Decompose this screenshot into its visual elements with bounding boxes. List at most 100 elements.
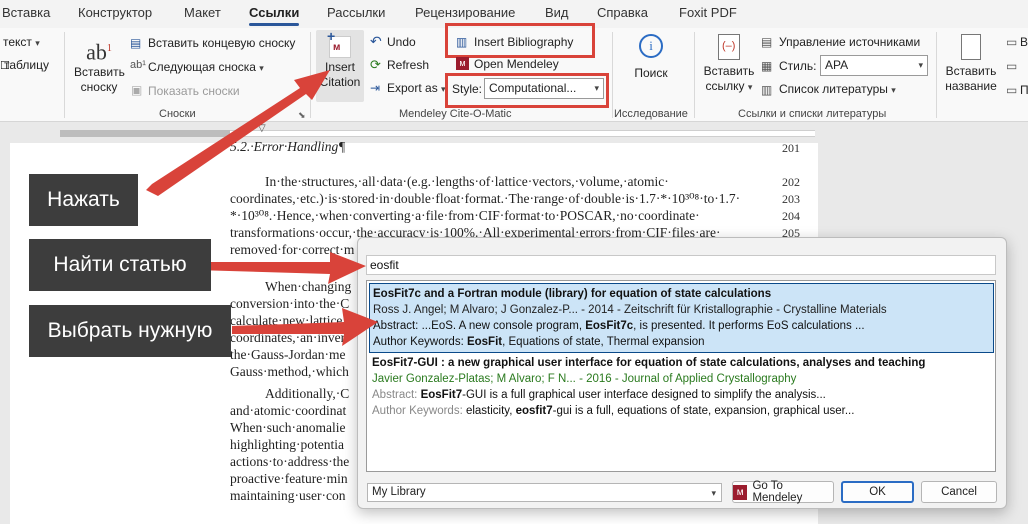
tab-view[interactable]: Вид	[545, 5, 569, 20]
doc-line: actions·to·address·the	[230, 454, 350, 469]
chevron-down-icon: ▾	[918, 60, 923, 70]
dialog-launcher-icon[interactable]: ⬊	[298, 110, 306, 121]
ok-button[interactable]: OK	[841, 481, 914, 503]
chevron-down-icon: ▾	[711, 488, 716, 498]
chevron-down-icon: ▾	[594, 83, 599, 93]
research-group-label: Исследование	[614, 108, 688, 120]
result-meta: Javier Gonzalez-Platas; M Alvaro; F N...…	[372, 373, 797, 385]
doc-line: and·atomic·coordinat	[230, 403, 347, 418]
result-title: EosFit7c and a Fortran module (library) …	[373, 288, 772, 300]
next-footnote-button[interactable]: Следующая сноска ▾	[148, 60, 264, 74]
search-button[interactable]: i Поиск	[628, 34, 674, 81]
result-abstract: Abstract: ...EoS. A new console program,…	[373, 320, 865, 332]
mendeley-group-label: Mendeley Cite-O-Matic	[399, 108, 512, 120]
library-select[interactable]: My Library ▾	[367, 483, 722, 502]
cancel-button[interactable]: Cancel	[921, 481, 997, 503]
insert-footnote-button[interactable]: ab1 Вставить сноску	[70, 36, 128, 95]
search-info-icon: i	[639, 34, 663, 58]
partial-caption-button-b[interactable]: П	[1020, 83, 1028, 97]
group-separator	[64, 32, 65, 118]
tab-help[interactable]: Справка	[597, 5, 648, 20]
undo-icon: ↶	[370, 33, 382, 49]
partial-text-button[interactable]: текст ▾	[3, 35, 40, 49]
apa-style-select[interactable]: APA ▾	[820, 55, 928, 76]
mendeley-icon: ᴍ	[733, 484, 748, 500]
section-heading: 5.2.·Error·Handling¶	[230, 139, 346, 154]
citation-style-select[interactable]: Computational... ▾	[484, 78, 604, 99]
annotation-click-label: Нажать	[29, 174, 138, 226]
caption-small-icon: ▭	[1006, 35, 1018, 49]
result-meta: Ross J. Angel; M Alvaro; J Gonzalez-P...…	[373, 304, 887, 316]
group-separator	[612, 32, 613, 118]
annotation-find-label: Найти статью	[29, 239, 211, 291]
result-keywords: Author Keywords: EosFit, Equations of st…	[373, 336, 705, 348]
tab-review[interactable]: Рецензирование	[415, 5, 515, 20]
line-number: 203	[782, 192, 800, 206]
doc-line: *·10³⁰⁸.·Hence,·when·converting·a·file·f…	[230, 208, 700, 223]
tab-references[interactable]: Ссылки	[249, 5, 300, 26]
annotation-choose-label: Выбрать нужную	[29, 305, 231, 357]
ribbon: текст ▾ ☐ таблицу ab1 Вставить сноску ▤ …	[0, 23, 1028, 122]
show-notes-button[interactable]: Показать сноски	[148, 84, 240, 98]
doc-line: the·Gauss-Jordan·me	[230, 347, 346, 362]
export-icon: ⇥	[370, 81, 381, 95]
partial-caption-button-a[interactable]: В	[1020, 35, 1028, 49]
refresh-button[interactable]: Refresh	[387, 58, 429, 72]
doc-line: proactive·feature·min	[230, 471, 348, 486]
ruler-margin	[60, 130, 230, 137]
open-mendeley-icon: ᴍ	[456, 57, 469, 70]
export-as-button[interactable]: Export as ▾	[387, 81, 446, 95]
doc-line: conversion·into·the·C	[230, 296, 350, 311]
line-number: 202	[782, 175, 800, 189]
bibliography-button[interactable]: Список литературы ▾	[779, 82, 896, 96]
citation-style-label: Стиль:	[779, 59, 817, 73]
manage-sources-icon: ▤	[761, 35, 773, 49]
result-abstract: Abstract: EosFit7-GUI is a full graphica…	[372, 389, 826, 401]
undo-button[interactable]: Undo	[387, 35, 416, 49]
endnote-icon: ▤	[130, 36, 142, 50]
horizontal-ruler: ▽	[0, 123, 1028, 143]
insert-citation-icon: (–)	[718, 34, 740, 60]
doc-line: When·such·anomalie	[230, 420, 346, 435]
insert-caption-button[interactable]: Вставить название	[942, 34, 1000, 94]
tab-design[interactable]: Конструктор	[78, 5, 152, 20]
search-input[interactable]: eosfit	[366, 255, 996, 275]
result-keywords: Author Keywords: elasticity, eosfit7-gui…	[372, 405, 855, 417]
search-results-list[interactable]: EosFit7c and a Fortran module (library) …	[366, 280, 996, 472]
insert-bibliography-button[interactable]: Insert Bibliography	[474, 35, 573, 49]
partial-table-button[interactable]: таблицу	[4, 58, 49, 72]
tab-foxit-pdf[interactable]: Foxit PDF	[679, 5, 737, 20]
manage-sources-button[interactable]: Управление источниками	[779, 35, 920, 49]
insert-link-button[interactable]: (–) Вставить ссылку ▾	[700, 34, 758, 95]
insert-endnote-button[interactable]: Вставить концевую сноску	[148, 36, 295, 50]
doc-line: highlighting·potentia	[230, 437, 344, 452]
doc-line: removed·for·correct·m	[230, 242, 355, 257]
search-result-item-selected[interactable]: EosFit7c and a Fortran module (library) …	[369, 283, 994, 353]
doc-line: Additionally,·C	[265, 386, 350, 401]
bibliography-list-icon: ▥	[761, 83, 773, 97]
tab-layout[interactable]: Макет	[184, 5, 221, 20]
doc-line: coordinates,·etc.)·is·stored·in·double·f…	[230, 191, 741, 206]
line-number: 204	[782, 209, 800, 223]
footnotes-group-label: Сноски	[159, 108, 196, 120]
result-title: EosFit7-GUI : a new graphical user inter…	[372, 357, 926, 369]
group-separator	[936, 32, 937, 118]
go-to-mendeley-button[interactable]: ᴍ Go To Mendeley	[732, 480, 834, 504]
doc-line: Gauss·method,·which	[230, 364, 349, 379]
tab-insert[interactable]: Вставка	[2, 5, 50, 20]
tab-mailings[interactable]: Рассылки	[327, 5, 385, 20]
search-result-item[interactable]: EosFit7-GUI : a new graphical user inter…	[369, 353, 994, 421]
indent-marker-icon[interactable]: ▽	[258, 123, 266, 134]
doc-line: In·the·structures,·all·data·(e.g.·length…	[265, 174, 669, 189]
group-separator	[310, 32, 311, 118]
insert-citation-button[interactable]: + ᴍ Insert Citation	[316, 29, 364, 102]
open-mendeley-button[interactable]: Open Mendeley	[474, 57, 559, 71]
caption-icon	[961, 34, 981, 60]
style-icon: ▦	[761, 59, 773, 73]
doc-line: calculate·new·lattice	[230, 313, 343, 328]
doc-line: maintaining·user·con	[230, 488, 346, 503]
next-footnote-icon: ab¹	[130, 59, 146, 71]
citations-group-label: Ссылки и списки литературы	[738, 108, 887, 120]
mendeley-search-dialog: eosfit EosFit7c and a Fortran module (li…	[357, 237, 1007, 509]
line-number: 201	[782, 141, 800, 155]
